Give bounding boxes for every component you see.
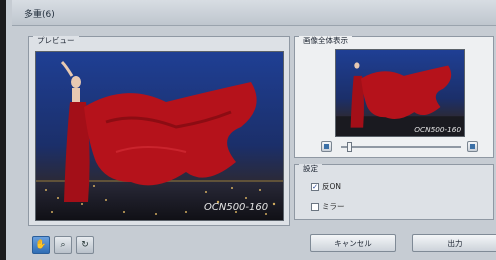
window-title: 多重(6) <box>24 10 55 20</box>
option-1-checkbox[interactable]: ✓ <box>311 182 319 191</box>
zoom-in-button[interactable] <box>467 141 478 152</box>
overview-photo: OCN500-160 <box>336 50 464 136</box>
title-bar[interactable]: 多重(6) <box>12 0 496 26</box>
overview-label: 画像全体表示 <box>299 36 352 45</box>
option-1-label: 反ON <box>322 182 342 191</box>
preview-image[interactable]: OCN500-160 <box>35 51 284 221</box>
zoom-control <box>321 141 481 153</box>
mirror-checkbox[interactable] <box>311 202 319 211</box>
settings-panel: 設定 ✓ 反ON ミラー <box>294 164 494 220</box>
cancel-button[interactable]: キャンセル <box>310 234 396 252</box>
rotate-icon: ↻ <box>81 240 89 250</box>
settings-label: 設定 <box>299 164 322 173</box>
preview-watermark: OCN500-160 <box>204 202 268 213</box>
zoom-out-button[interactable] <box>321 141 332 152</box>
zoom-in-icon <box>470 144 475 149</box>
dialog-window: 多重(6) プレビュー OCN500-160 画像全体表示 OCN500-160… <box>0 0 496 260</box>
zoom-tool-button[interactable]: ⌕ <box>54 236 72 254</box>
overview-watermark: OCN500-160 <box>414 125 461 134</box>
preview-label: プレビュー <box>33 36 79 45</box>
zoom-slider-thumb[interactable] <box>347 142 352 152</box>
hand-tool-button[interactable]: ✋ <box>32 236 50 254</box>
zoom-out-icon <box>324 144 329 149</box>
preview-photo: OCN500-160 <box>36 52 283 220</box>
magnifier-icon: ⌕ <box>60 240 66 250</box>
option-row-1[interactable]: ✓ 反ON <box>311 181 341 192</box>
output-button[interactable]: 出力 <box>412 234 496 252</box>
mirror-label: ミラー <box>322 202 345 211</box>
preview-panel: プレビュー OCN500-160 <box>28 36 290 226</box>
overview-image[interactable]: OCN500-160 <box>335 49 465 137</box>
overview-panel: 画像全体表示 OCN500-160 <box>294 36 494 158</box>
zoom-slider-track[interactable] <box>341 146 461 148</box>
hand-icon: ✋ <box>35 240 47 250</box>
rotate-tool-button[interactable]: ↻ <box>76 236 94 254</box>
mirror-option-row[interactable]: ミラー <box>311 201 345 212</box>
